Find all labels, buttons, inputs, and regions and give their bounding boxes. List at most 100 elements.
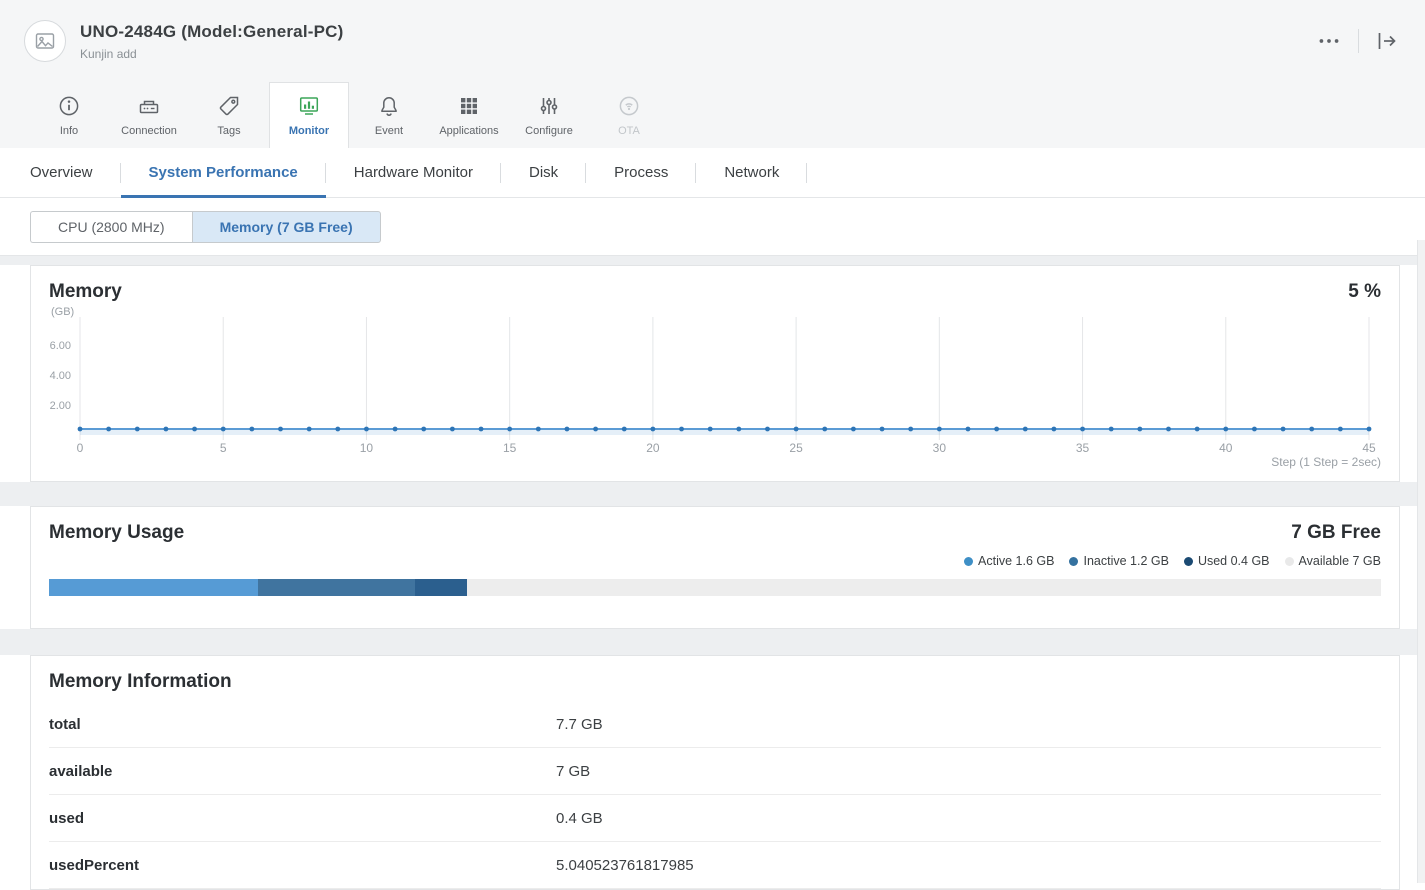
- row-label: available: [49, 763, 556, 780]
- memory-percent-value: 5 %: [1348, 281, 1381, 303]
- more-icon[interactable]: [1316, 28, 1342, 54]
- monitor-icon: [297, 94, 321, 118]
- cpu-toggle-button[interactable]: CPU (2800 MHz): [30, 211, 192, 243]
- svg-text:30: 30: [933, 441, 947, 455]
- svg-text:2.00: 2.00: [50, 400, 71, 412]
- legend-label: Used 0.4 GB: [1198, 554, 1270, 568]
- performance-toggle-group: CPU (2800 MHz) Memory (7 GB Free): [0, 198, 1425, 255]
- svg-text:15: 15: [503, 441, 517, 455]
- device-avatar: [24, 20, 66, 62]
- tab-applications[interactable]: Applications: [429, 82, 509, 148]
- tab-label-event: Event: [375, 125, 403, 137]
- subnav-item-system-performance[interactable]: System Performance: [121, 148, 326, 197]
- connection-icon: [137, 94, 161, 118]
- memory-information-table: total 7.7 GB available 7 GB used 0.4 GB …: [31, 695, 1399, 889]
- tab-label-ota: OTA: [618, 125, 640, 137]
- bar-segment-inactive: [258, 579, 415, 596]
- memory-usage-title: Memory Usage: [49, 522, 184, 544]
- row-value: 0.4 GB: [556, 810, 1381, 827]
- svg-text:20: 20: [646, 441, 660, 455]
- device-header: UNO-2484G (Model:General-PC) Kunjin add: [0, 0, 1425, 82]
- event-bell-icon: [377, 94, 401, 118]
- tab-info[interactable]: Info: [29, 82, 109, 148]
- memory-information-title: Memory Information: [49, 671, 232, 693]
- legend-dot: [1184, 557, 1193, 566]
- subnav-item-overview[interactable]: Overview: [0, 148, 121, 197]
- memory-chart-title: Memory: [49, 281, 122, 303]
- tab-label-applications: Applications: [439, 125, 498, 137]
- svg-text:(GB): (GB): [51, 306, 74, 318]
- subnav-item-process[interactable]: Process: [586, 148, 696, 197]
- svg-text:5: 5: [220, 441, 227, 455]
- tab-label-info: Info: [60, 125, 78, 137]
- legend-item-inactive: Inactive 1.2 GB: [1069, 554, 1168, 568]
- svg-text:25: 25: [789, 441, 803, 455]
- legend-label: Active 1.6 GB: [978, 554, 1054, 568]
- table-row-available: available 7 GB: [49, 748, 1381, 795]
- row-label: usedPercent: [49, 857, 556, 874]
- row-value: 7.7 GB: [556, 716, 1381, 733]
- tab-event[interactable]: Event: [349, 82, 429, 148]
- bar-segment-available: [467, 579, 1381, 596]
- svg-text:45: 45: [1362, 441, 1376, 455]
- svg-text:40: 40: [1219, 441, 1233, 455]
- svg-text:10: 10: [360, 441, 374, 455]
- bar-segment-used: [415, 579, 467, 596]
- chart-step-note: Step (1 Step = 2sec): [31, 455, 1399, 481]
- memory-information-card: Memory Information total 7.7 GB availabl…: [30, 655, 1400, 890]
- subnav-item-hardware-monitor[interactable]: Hardware Monitor: [326, 148, 501, 197]
- legend-label: Available 7 GB: [1299, 554, 1381, 568]
- row-value: 5.040523761817985: [556, 857, 1381, 874]
- section-divider-band: [0, 629, 1425, 655]
- tab-monitor[interactable]: Monitor: [269, 82, 349, 148]
- applications-grid-icon: [457, 94, 481, 118]
- memory-chart-card: Memory 5 % 0 5 10 15 20 25 30 35 40 45 2.00 4.00 6.0…: [30, 265, 1400, 482]
- row-value: 7 GB: [556, 763, 1381, 780]
- svg-text:35: 35: [1076, 441, 1090, 455]
- exit-panel-icon[interactable]: [1375, 29, 1399, 53]
- subnav-item-disk[interactable]: Disk: [501, 148, 586, 197]
- section-divider-band: [0, 482, 1425, 506]
- device-tabbar: Info Connection Tags Monitor: [0, 82, 1425, 148]
- vertical-scrollbar[interactable]: [1417, 240, 1425, 883]
- tab-label-monitor: Monitor: [289, 125, 329, 137]
- legend-item-available: Available 7 GB: [1285, 554, 1381, 568]
- memory-usage-bar: [49, 579, 1381, 596]
- tab-ota[interactable]: OTA: [589, 82, 669, 148]
- table-row-total: total 7.7 GB: [49, 701, 1381, 748]
- ota-icon: [617, 94, 641, 118]
- memory-chart: 0 5 10 15 20 25 30 35 40 45 2.00 4.00 6.00 (GB): [31, 305, 1399, 455]
- legend-dot: [1285, 557, 1294, 566]
- row-label: total: [49, 716, 556, 733]
- bar-segment-active: [49, 579, 258, 596]
- tab-label-tags: Tags: [217, 125, 240, 137]
- tab-tags[interactable]: Tags: [189, 82, 269, 148]
- legend-dot: [964, 557, 973, 566]
- svg-text:4.00: 4.00: [50, 370, 71, 382]
- subnav-item-network[interactable]: Network: [696, 148, 807, 197]
- memory-usage-legend: Active 1.6 GB Inactive 1.2 GB Used 0.4 GB A…: [31, 546, 1399, 577]
- svg-text:6.00: 6.00: [50, 340, 71, 352]
- table-row-usedpercent: usedPercent 5.040523761817985: [49, 842, 1381, 889]
- legend-item-used: Used 0.4 GB: [1184, 554, 1270, 568]
- section-divider-band: [0, 255, 1425, 265]
- legend-dot: [1069, 557, 1078, 566]
- device-subtitle: Kunjin add: [80, 47, 343, 61]
- header-divider: [1358, 29, 1359, 53]
- legend-item-active: Active 1.6 GB: [964, 554, 1054, 568]
- info-icon: [57, 94, 81, 118]
- configure-sliders-icon: [537, 94, 561, 118]
- memory-free-value: 7 GB Free: [1291, 522, 1381, 544]
- row-label: used: [49, 810, 556, 827]
- legend-label: Inactive 1.2 GB: [1083, 554, 1168, 568]
- tab-connection[interactable]: Connection: [109, 82, 189, 148]
- memory-toggle-button[interactable]: Memory (7 GB Free): [192, 211, 381, 243]
- tab-label-configure: Configure: [525, 125, 573, 137]
- table-row-used: used 0.4 GB: [49, 795, 1381, 842]
- tab-configure[interactable]: Configure: [509, 82, 589, 148]
- svg-text:0: 0: [77, 441, 84, 455]
- tags-icon: [217, 94, 241, 118]
- device-image-icon: [33, 29, 57, 53]
- monitor-subnav: Overview System Performance Hardware Mon…: [0, 148, 1425, 198]
- memory-usage-card: Memory Usage 7 GB Free Active 1.6 GB Inac…: [30, 506, 1400, 629]
